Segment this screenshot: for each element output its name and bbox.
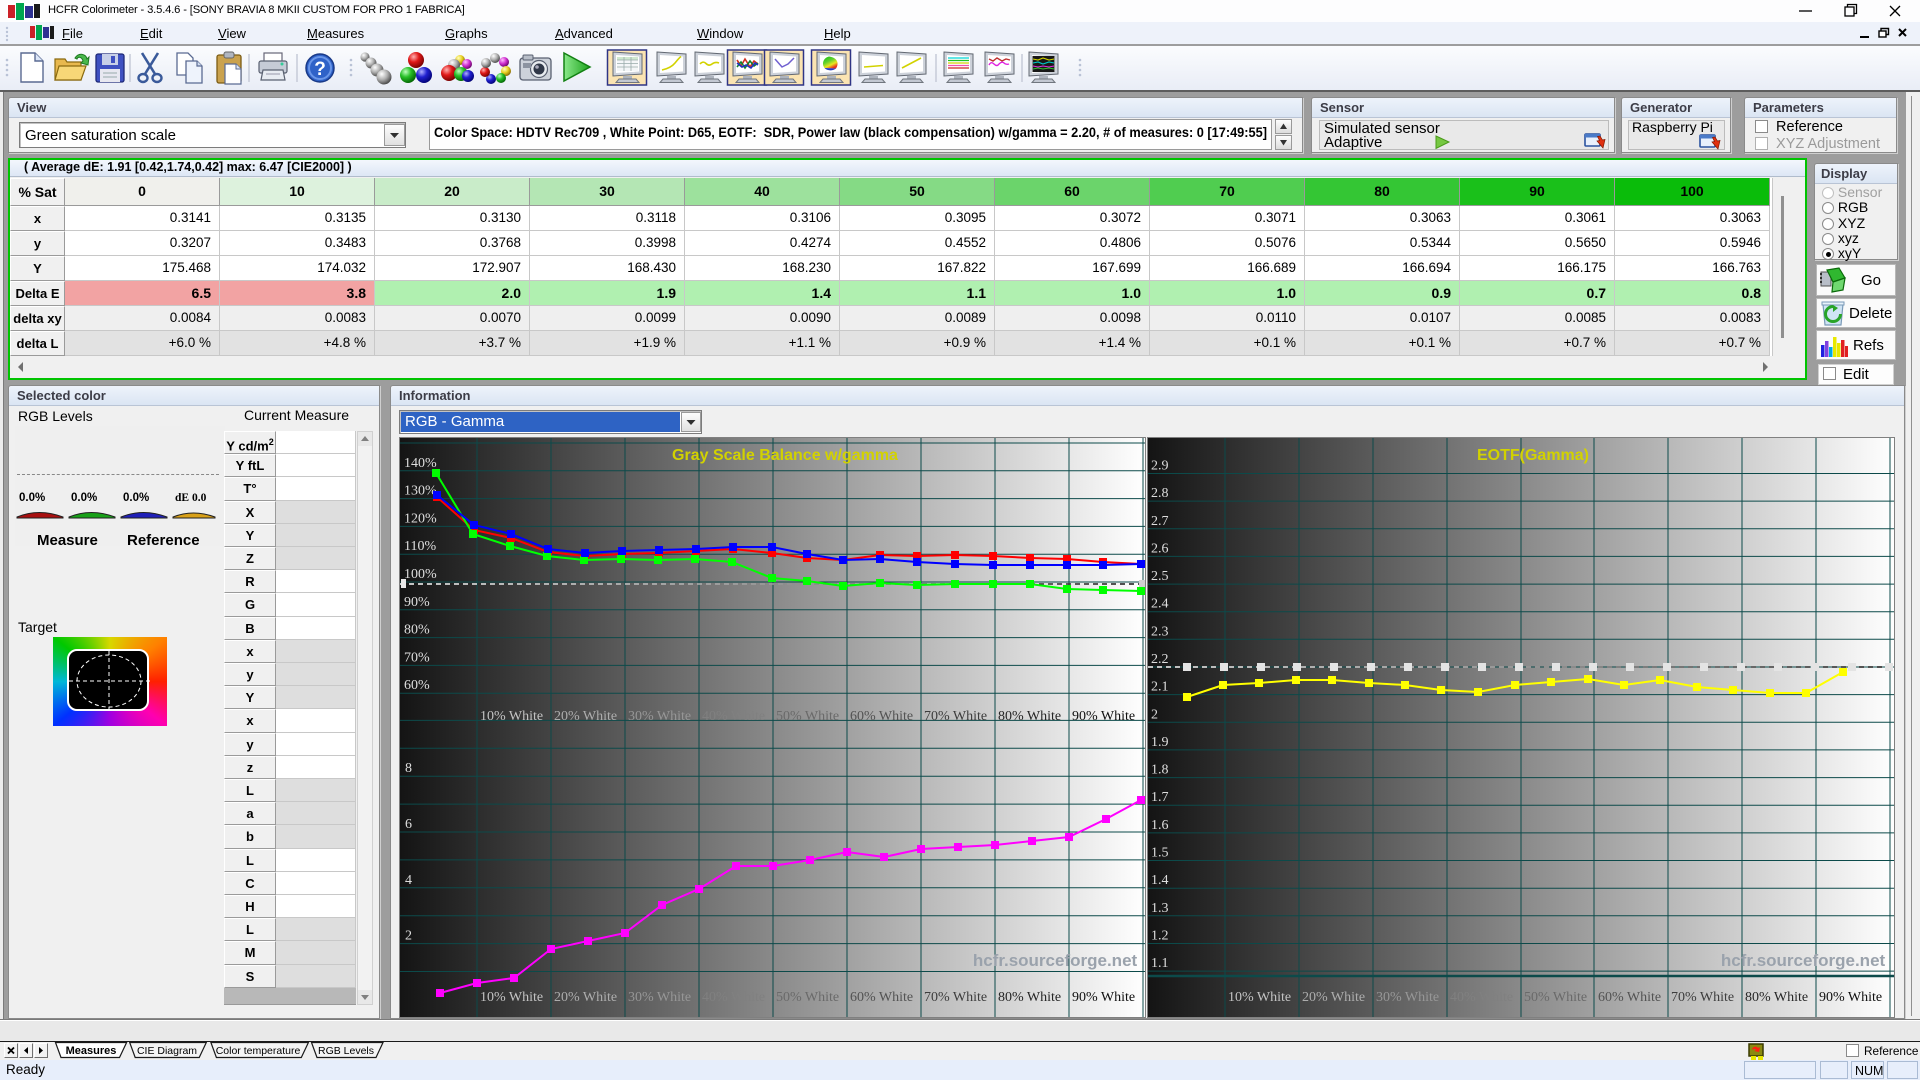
svg-text:50% White: 50% White	[776, 990, 839, 1005]
svg-text:4: 4	[405, 873, 412, 888]
svg-text:70% White: 70% White	[924, 709, 987, 724]
svg-text:80% White: 80% White	[998, 709, 1061, 724]
svg-text:30% White: 30% White	[1376, 990, 1439, 1005]
svg-text:1.4: 1.4	[1151, 873, 1169, 888]
svg-text:40% White: 40% White	[702, 709, 765, 724]
svg-text:EOTF(Gamma): EOTF(Gamma)	[1477, 447, 1589, 464]
svg-text:80%: 80%	[404, 623, 430, 638]
svg-text:90% White: 90% White	[1072, 990, 1135, 1005]
svg-text:Color temperature: Color temperature	[216, 1045, 301, 1057]
svg-text:90% White: 90% White	[1072, 709, 1135, 724]
svg-text:40% White: 40% White	[1450, 990, 1513, 1005]
svg-text:1.8: 1.8	[1151, 763, 1169, 778]
svg-text:8: 8	[405, 761, 412, 776]
svg-text:1.2: 1.2	[1151, 929, 1169, 944]
svg-text:10% White: 10% White	[480, 990, 543, 1005]
svg-text:30% White: 30% White	[628, 709, 691, 724]
svg-text:50% White: 50% White	[1524, 990, 1587, 1005]
svg-text:50% White: 50% White	[776, 709, 839, 724]
svg-text:hcfr.sourceforge.net: hcfr.sourceforge.net	[1721, 951, 1886, 970]
svg-text:2.4: 2.4	[1151, 597, 1169, 612]
svg-text:60% White: 60% White	[850, 990, 913, 1005]
svg-text:?: ?	[314, 59, 326, 80]
svg-text:2: 2	[1151, 707, 1158, 722]
svg-text:110%: 110%	[404, 539, 436, 554]
svg-text:90%: 90%	[404, 595, 430, 610]
svg-text:90% White: 90% White	[1819, 990, 1882, 1005]
svg-text:1.1: 1.1	[1151, 956, 1169, 971]
svg-text:60%: 60%	[404, 678, 430, 693]
svg-text:120%: 120%	[404, 511, 437, 526]
svg-text:2.1: 2.1	[1151, 680, 1169, 695]
svg-text:2.6: 2.6	[1151, 541, 1169, 556]
svg-text:1.3: 1.3	[1151, 901, 1169, 916]
svg-text:hcfr.sourceforge.net: hcfr.sourceforge.net	[973, 951, 1138, 970]
svg-text:10% White: 10% White	[480, 709, 543, 724]
svg-text:1.7: 1.7	[1151, 790, 1169, 805]
svg-text:70%: 70%	[404, 650, 430, 665]
svg-text:2.3: 2.3	[1151, 624, 1169, 639]
svg-text:CIE Diagram: CIE Diagram	[137, 1045, 197, 1057]
svg-text:70% White: 70% White	[1671, 990, 1734, 1005]
svg-text:10% White: 10% White	[1228, 990, 1291, 1005]
svg-text:60% White: 60% White	[850, 709, 913, 724]
svg-text:20% White: 20% White	[554, 990, 617, 1005]
svg-text:80% White: 80% White	[998, 990, 1061, 1005]
svg-text:2.2: 2.2	[1151, 652, 1169, 667]
svg-text:100%: 100%	[404, 567, 437, 582]
svg-text:70% White: 70% White	[924, 990, 987, 1005]
svg-text:2.9: 2.9	[1151, 458, 1169, 473]
svg-text:80% White: 80% White	[1745, 990, 1808, 1005]
svg-text:2.7: 2.7	[1151, 514, 1169, 529]
svg-text:1.9: 1.9	[1151, 735, 1169, 750]
svg-text:1.6: 1.6	[1151, 818, 1169, 833]
svg-text:130%: 130%	[404, 484, 437, 499]
svg-text:20% White: 20% White	[1302, 990, 1365, 1005]
svg-text:20% White: 20% White	[554, 709, 617, 724]
svg-text:2: 2	[405, 929, 412, 944]
svg-text:40% White: 40% White	[702, 990, 765, 1005]
svg-text:2.5: 2.5	[1151, 569, 1169, 584]
svg-text:RGB Levels: RGB Levels	[318, 1045, 374, 1057]
svg-text:30% White: 30% White	[628, 990, 691, 1005]
svg-text:Gray Scale Balance w/gamma: Gray Scale Balance w/gamma	[672, 447, 898, 464]
svg-text:2.8: 2.8	[1151, 486, 1169, 501]
svg-text:Measures: Measures	[66, 1045, 117, 1057]
svg-text:1.5: 1.5	[1151, 846, 1169, 861]
svg-text:6: 6	[405, 817, 412, 832]
svg-text:60% White: 60% White	[1598, 990, 1661, 1005]
svg-text:140%: 140%	[404, 456, 437, 471]
